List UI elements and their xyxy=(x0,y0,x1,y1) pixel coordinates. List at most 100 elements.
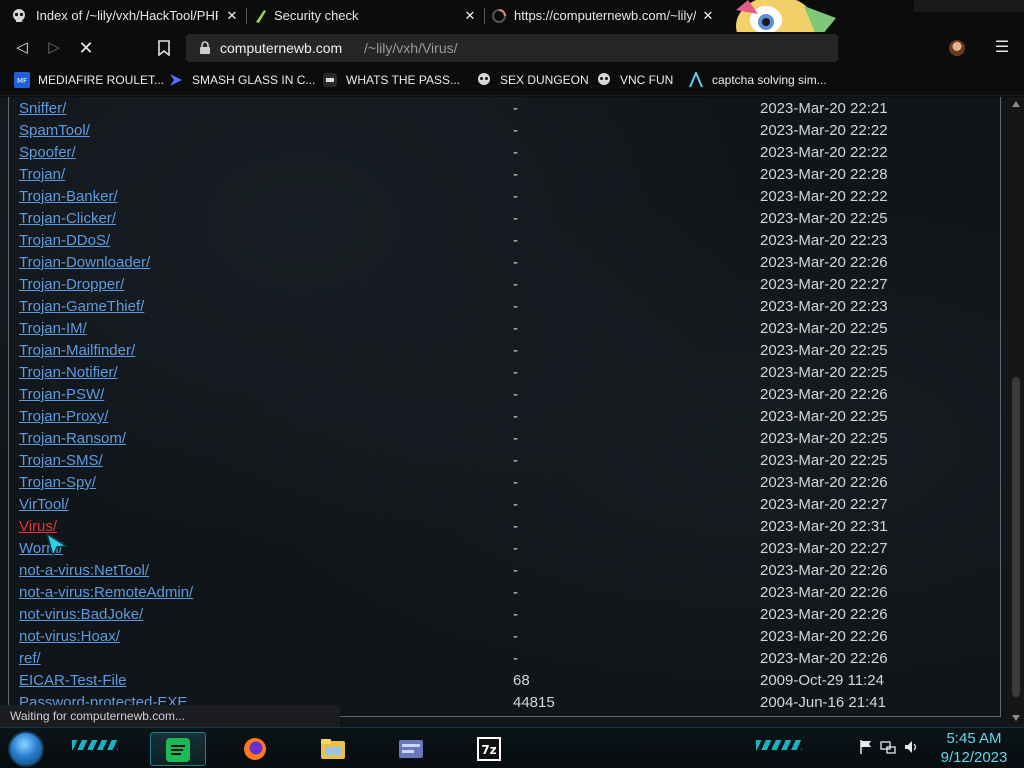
listing-date: 2023-Mar-20 22:26 xyxy=(760,474,888,491)
listing-link[interactable]: Trojan-Notifier/ xyxy=(19,362,118,384)
listing-size: - xyxy=(513,298,518,315)
tab-strip: Index of /~lily/vxh/HackTool/PHP/ ✕ Secu… xyxy=(0,0,1024,56)
system-tray xyxy=(848,738,928,758)
spotify-icon xyxy=(166,738,190,762)
forward-button[interactable]: ▷ xyxy=(44,38,64,58)
listing-link[interactable]: Trojan-DDoS/ xyxy=(19,230,110,252)
listing-date: 2023-Mar-20 22:22 xyxy=(760,188,888,205)
listing-date: 2023-Mar-20 22:21 xyxy=(760,100,888,117)
listing-date: 2023-Mar-20 22:26 xyxy=(760,254,888,271)
table-row: VirTool/ - 2023-Mar-20 22:27 xyxy=(19,494,919,516)
profile-avatar[interactable] xyxy=(949,40,965,56)
listing-date: 2023-Mar-20 22:27 xyxy=(760,496,888,513)
listing-link[interactable]: SpamTool/ xyxy=(19,120,90,142)
listing-link[interactable]: EICAR-Test-File xyxy=(19,670,127,692)
listing-link[interactable]: Trojan-Downloader/ xyxy=(19,252,150,274)
vertical-scrollbar[interactable] xyxy=(1008,97,1024,727)
browser-menu-button[interactable]: ☰ xyxy=(992,38,1012,58)
close-tab-button[interactable]: ✕ xyxy=(462,8,478,24)
table-row: EICAR-Test-File 68 2009-Oct-29 11:24 xyxy=(19,670,919,692)
address-bar[interactable]: computernewb.com /~lily/vxh/Virus/ xyxy=(186,34,838,62)
tab-security-check[interactable]: Security check ✕ xyxy=(246,0,484,32)
window-controls xyxy=(914,0,1024,12)
back-button[interactable]: ◁ xyxy=(12,38,32,58)
system-clock[interactable]: 5:45 AM 9/12/2023 xyxy=(930,729,1018,767)
listing-date: 2023-Mar-20 22:28 xyxy=(760,166,888,183)
listing-date: 2023-Mar-20 22:31 xyxy=(760,518,888,535)
listing-link[interactable]: Spoofer/ xyxy=(19,142,76,164)
bookmark-smash-glass[interactable]: SMASH GLASS IN C... xyxy=(168,71,315,89)
loading-icon xyxy=(492,9,506,23)
table-row: Sniffer/ - 2023-Mar-20 22:21 xyxy=(19,98,919,120)
listing-size: - xyxy=(513,452,518,469)
taskbar-app-file-explorer[interactable] xyxy=(306,732,362,766)
listing-link[interactable]: not-a-virus:RemoteAdmin/ xyxy=(19,582,193,604)
tab-virus-listing[interactable]: https://computernewb.com/~lily/vxh/Virus… xyxy=(484,0,722,32)
listing-link[interactable]: Trojan-Ransom/ xyxy=(19,428,126,450)
svg-text:MF: MF xyxy=(17,77,27,85)
bookmark-mediafire[interactable]: MF MEDIAFIRE ROULET... xyxy=(14,71,164,89)
listing-size: - xyxy=(513,100,518,117)
listing-size: - xyxy=(513,320,518,337)
table-row: not-a-virus:RemoteAdmin/ - 2023-Mar-20 22:… xyxy=(19,582,919,604)
close-tab-button[interactable]: ✕ xyxy=(700,8,716,24)
table-row: Trojan/ - 2023-Mar-20 22:28 xyxy=(19,164,919,186)
status-bar: Waiting for computernewb.com... xyxy=(0,705,340,727)
listing-size: - xyxy=(513,562,518,579)
navigation-toolbar: ◁ ▷ ✕ computernewb.com /~lily/vxh/Virus/… xyxy=(0,32,1024,64)
start-button[interactable] xyxy=(8,731,44,767)
taskbar-app-firefox[interactable] xyxy=(228,732,284,766)
svg-text:7z: 7z xyxy=(481,743,496,757)
table-row: Trojan-Ransom/ - 2023-Mar-20 22:25 xyxy=(19,428,919,450)
listing-link[interactable]: not-virus:BadJoke/ xyxy=(19,604,143,626)
taskbar-app-control-panel[interactable] xyxy=(384,732,440,766)
table-row: Trojan-Downloader/ - 2023-Mar-20 22:26 xyxy=(19,252,919,274)
bookmark-vnc-fun[interactable]: VNC FUN xyxy=(596,71,673,89)
listing-link[interactable]: not-a-virus:NetTool/ xyxy=(19,560,149,582)
listing-link[interactable]: Trojan-PSW/ xyxy=(19,384,104,406)
listing-link[interactable]: ref/ xyxy=(19,648,41,670)
taskbar-decoration xyxy=(72,740,118,750)
listing-link[interactable]: Trojan-Banker/ xyxy=(19,186,118,208)
taskbar-decoration xyxy=(756,740,802,750)
taskbar-app-7zip[interactable]: 7z xyxy=(462,732,518,766)
bookmark-sex-dungeon[interactable]: SEX DUNGEON xyxy=(476,71,589,89)
listing-size: - xyxy=(513,540,518,557)
network-icon[interactable] xyxy=(880,739,896,755)
bookmark-label: captcha solving sim... xyxy=(712,73,827,87)
scroll-thumb[interactable] xyxy=(1012,377,1020,697)
tab-hacktool-php[interactable]: Index of /~lily/vxh/HackTool/PHP/ ✕ xyxy=(0,0,246,32)
bookmark-label: SEX DUNGEON xyxy=(500,73,589,87)
stop-button[interactable]: ✕ xyxy=(76,38,96,58)
listing-link[interactable]: Trojan-GameThief/ xyxy=(19,296,144,318)
listing-link[interactable]: VirTool/ xyxy=(19,494,69,516)
listing-link[interactable]: Sniffer/ xyxy=(19,98,66,120)
flag-icon[interactable] xyxy=(858,739,874,755)
listing-link[interactable]: Trojan-Mailfinder/ xyxy=(19,340,135,362)
dark-square-icon xyxy=(323,73,337,87)
listing-link[interactable]: Trojan-Dropper/ xyxy=(19,274,124,296)
listing-link[interactable]: Trojan-Proxy/ xyxy=(19,406,108,428)
lock-icon xyxy=(200,41,210,54)
listing-link[interactable]: Trojan-Spy/ xyxy=(19,472,96,494)
volume-icon[interactable] xyxy=(904,739,920,755)
tab-title: https://computernewb.com/~lily/vxh/Virus… xyxy=(514,8,696,23)
scroll-up-arrow-icon[interactable] xyxy=(1012,101,1020,107)
close-tab-button[interactable]: ✕ xyxy=(224,8,240,24)
bookmark-captcha-solving[interactable]: captcha solving sim... xyxy=(688,71,827,89)
listing-size: - xyxy=(513,386,518,403)
taskbar-app-spotify[interactable] xyxy=(150,732,206,766)
listing-date: 2009-Oct-29 11:24 xyxy=(760,672,884,689)
listing-link[interactable]: Trojan-SMS/ xyxy=(19,450,103,472)
bookmark-icon[interactable] xyxy=(157,40,171,56)
scroll-down-arrow-icon[interactable] xyxy=(1012,715,1020,721)
table-row: Trojan-Spy/ - 2023-Mar-20 22:26 xyxy=(19,472,919,494)
listing-size: - xyxy=(513,474,518,491)
listing-link[interactable]: Trojan-IM/ xyxy=(19,318,87,340)
bookmark-whats-the-pass[interactable]: WHATS THE PASS... xyxy=(322,71,460,89)
listing-link[interactable]: not-virus:Hoax/ xyxy=(19,626,120,648)
listing-date: 2023-Mar-20 22:25 xyxy=(760,408,888,425)
listing-link[interactable]: Trojan-Clicker/ xyxy=(19,208,116,230)
url-host: computernewb.com xyxy=(220,40,343,56)
listing-link[interactable]: Trojan/ xyxy=(19,164,65,186)
